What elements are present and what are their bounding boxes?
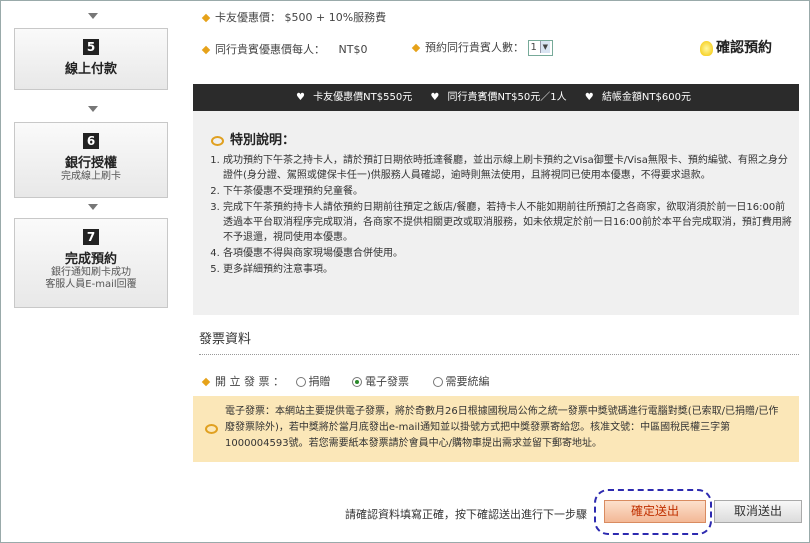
invoice-options-row: 開 立 發 票 ： 捐贈 電子發票 需要統編 [201,373,490,389]
radio-label-tax-id[interactable]: 需要統編 [446,375,490,388]
list-item: 完成下午茶預約持卡人請依預約日期前往預定之飯店/餐廳，若持卡人不能如期前往所預訂… [223,200,793,245]
step-number: 5 [83,39,99,55]
step-number: 6 [83,133,99,149]
cancel-button[interactable]: 取消送出 [714,500,802,523]
step-subtitle: 銀行通知刷卡成功 [51,267,131,278]
companion-count-label: 預約同行貴賓人數： [425,41,524,54]
lightbulb-icon [700,40,713,56]
diamond-bullet-icon [201,45,211,55]
step-title: 完成預約 [64,252,117,267]
list-item: 下午茶優惠不受理預約兒童餐。 [223,184,793,199]
confirm-reservation-header: 確認預約 [700,37,772,57]
step-arrow-icon [88,204,98,210]
companion-count-row: 預約同行貴賓人數： 1 ▼ [411,39,553,56]
oval-bullet-icon [205,424,218,434]
step-title: 線上付款 [64,62,117,77]
list-item: 成功預約下午茶之持卡人，請於預訂日期依時抵達餐廳，並出示線上刷卡預約之Visa御… [223,153,793,183]
summary-companion-price: 同行貴賓價NT$50元／1人 [447,92,567,103]
card-discount-row: 卡友優惠價： $500 + 10%服務費 [201,9,387,25]
invoice-section-title: 發票資料 [199,332,252,347]
confirm-label: 確認預約 [716,40,772,56]
footer-prompt: 請確認資料填寫正確，按下確認送出進行下一步驟 [345,508,587,521]
notes-list: 成功預約下午茶之持卡人，請於預訂日期依時抵達餐廳，並出示線上刷卡預約之Visa御… [203,153,793,278]
price-summary-bar: ♥ 卡友優惠價NT$550元 ♥ 同行貴賓價NT$50元／1人 ♥ 結帳金額NT… [193,84,799,111]
summary-total: 結帳金額NT$600元 [601,92,691,103]
list-item: 各項優惠不得與商家現場優惠合併使用。 [223,246,793,261]
diamond-bullet-icon [411,43,421,53]
diamond-bullet-icon [201,13,211,23]
step-6: 6 銀行授權 完成線上刷卡 [14,122,168,198]
summary-card-price: 卡友優惠價NT$550元 [313,92,413,103]
companion-price-value: NT$0 [338,43,368,56]
notes-title: 特別說明： [211,129,295,148]
companion-price-label: 同行貴賓優惠價每人： [215,43,325,56]
divider [199,354,799,355]
diamond-bullet-icon [201,377,211,387]
radio-e-invoice[interactable] [352,377,362,387]
chevron-down-icon: ▼ [539,41,550,53]
oval-bullet-icon [211,135,224,146]
step-title: 銀行授權 [64,156,117,171]
companion-price-row: 同行貴賓優惠價每人： NT$0 [201,41,368,57]
submit-highlight-annotation [594,489,712,535]
step-subtitle: 完成線上刷卡 [61,171,121,182]
step-5: 5 線上付款 [14,28,168,90]
radio-tax-id[interactable] [432,377,443,387]
step-7: 7 完成預約 銀行通知刷卡成功 客服人員E-mail回覆 [14,218,168,308]
e-invoice-info-box: 電子發票：本網站主要提供電子發票，將於奇數月26日根據國稅局公佈之統一發票中獎號… [193,396,799,462]
step-arrow-icon [88,106,98,112]
companion-count-select[interactable]: 1 ▼ [527,40,553,56]
radio-donate[interactable] [295,377,306,387]
step-number: 7 [83,229,99,245]
invoice-issue-label: 開 立 發 票 ： [215,375,284,388]
special-notes-panel: 特別說明： 成功預約下午茶之持卡人，請於預訂日期依時抵達餐廳，並出示線上刷卡預約… [193,111,799,315]
radio-label-e-invoice[interactable]: 電子發票 [365,375,409,388]
companion-count-value: 1 [530,42,537,53]
step-subtitle: 客服人員E-mail回覆 [45,279,137,290]
list-item[interactable]: 更多詳細預約注意事項。 [223,262,793,277]
e-invoice-info-text: 電子發票：本網站主要提供電子發票，將於奇數月26日根據國稅局公佈之統一發票中獎號… [225,406,779,449]
card-discount-text: 卡友優惠價： $500 + 10%服務費 [215,11,387,24]
step-arrow-icon [88,13,98,19]
radio-label-donate[interactable]: 捐贈 [309,375,331,388]
